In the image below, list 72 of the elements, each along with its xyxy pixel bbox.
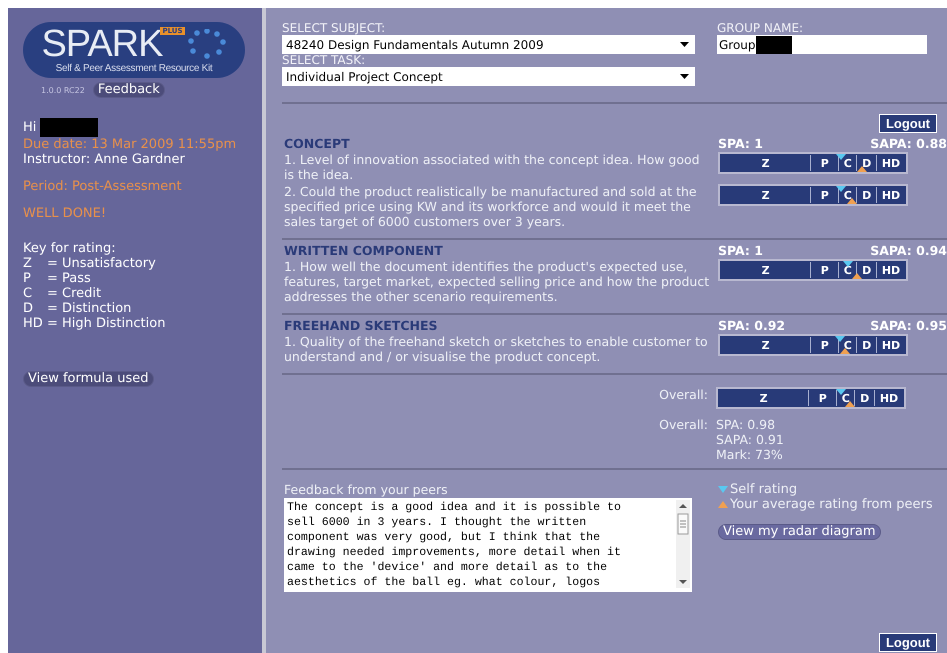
group-name-field[interactable]: Group (717, 35, 927, 54)
scrollbar-icon[interactable] (676, 500, 690, 588)
rating-meaning: = Credit (47, 286, 102, 301)
peer-rating-marker-icon (718, 501, 728, 508)
period-text: Period: Post-Assessment (23, 179, 183, 194)
due-date: Due date: 13 Mar 2009 11:55pm (23, 137, 238, 152)
instructor-name: Instructor: Anne Gardner (23, 152, 186, 167)
feedback-button[interactable]: Feedback (92, 82, 165, 98)
rating-grade-label: Z (719, 390, 810, 406)
logout-button[interactable]: Logout (878, 114, 937, 133)
rating-code: HD (23, 316, 44, 331)
subject-label: SELECT SUBJECT: (282, 22, 386, 35)
criterion-question: 2. Could the product realistically be manufactured and sold at the specified price using KW and its workforce and would it meet the sales target of 6000 customers over 3 years. (284, 184, 697, 229)
rating-grade-label: HD (880, 156, 902, 171)
rating-meaning: = Distinction (47, 301, 132, 316)
rating-meaning: = Pass (47, 271, 91, 286)
status-message: WELL DONE! (23, 206, 108, 221)
subject-dropdown[interactable]: 48240 Design Fundamentals Autumn 2009 (282, 35, 695, 54)
rating-grade-label: Z (721, 155, 812, 171)
rating-grade-label: Z (721, 187, 812, 203)
view-radar-diagram-button[interactable]: View my radar diagram (718, 524, 881, 540)
sapa-score: SAPA: 0.88 (870, 135, 947, 152)
overall-score: Mark: 73% (716, 447, 783, 462)
task-dropdown[interactable]: Individual Project Concept (282, 67, 695, 86)
criterion-question: 1. Level of innovation associated with the concept idea. How good is the idea. (284, 152, 700, 182)
criterion-title: FREEHAND SKETCHES (284, 318, 438, 333)
spa-score: SPA: 0.92 (718, 317, 786, 334)
spa-score: SPA: 1 (718, 242, 763, 259)
rating-code: C (23, 286, 34, 301)
overall-label: Overall: (659, 387, 708, 402)
overall-score: SAPA: 0.91 (716, 432, 784, 447)
group-name-label: GROUP NAME: (717, 22, 804, 35)
dots-ring-icon (186, 29, 227, 59)
sapa-score: SAPA: 0.95 (870, 317, 947, 334)
rating-grade-label: Z (721, 337, 812, 353)
rating-grade-label: D (857, 337, 877, 353)
rating-grade-label: D (857, 187, 877, 203)
task-label: SELECT TASK: (282, 54, 366, 67)
peer-feedback-label: Feedback from your peers (284, 482, 449, 497)
logout-button[interactable]: Logout (878, 633, 937, 652)
criterion-title: WRITTEN COMPONENT (284, 243, 443, 258)
dropdown-caret-icon[interactable] (680, 42, 689, 47)
rating-grade-label: HD (880, 338, 902, 353)
rating-grade-label: HD (878, 390, 900, 406)
criterion-question: 1. How well the document identifies the product's expected use, features, target market, expected selling price and how the product addresses the other scenario requirements. (284, 259, 710, 304)
logo-subtitle: Self & Peer Assessment Resource Kit (56, 63, 212, 75)
overall-summary-label: Overall: (659, 417, 708, 432)
key-title: Key for rating: (23, 241, 117, 256)
rating-code: P (23, 271, 32, 286)
rating-meaning: = High Distinction (47, 316, 166, 331)
legend-label: Self rating (730, 482, 798, 497)
rating-grade-label: Z (721, 262, 812, 278)
rating-grade-label: HD (880, 262, 902, 278)
sapa-score: SAPA: 0.94 (870, 242, 947, 259)
spa-score: SPA: 1 (718, 135, 763, 152)
rating-code: D (23, 301, 34, 316)
self-rating-marker-icon (718, 486, 728, 493)
rating-grade-label: HD (880, 188, 902, 203)
rating-grade-label: P (811, 262, 840, 278)
version-label: 1.0.0 RC22 (41, 84, 85, 96)
criterion-title: CONCEPT (284, 136, 350, 151)
greeting-text: Hi (23, 120, 36, 135)
legend-label: Your average rating from peers (730, 497, 933, 512)
rating-code: Z (23, 256, 33, 271)
rating-meaning: = Unsatisfactory (47, 256, 156, 271)
peer-feedback-text-area[interactable]: The concept is a good idea and it is possible to sell 6000 in 3 years. I thought the written component was very good, but I think that the drawing needed improvements, more detail when it came to the 'device' and more detail as to the aesthetics of the ball eg. what colour, logos (284, 498, 692, 592)
criterion-question: 1. Quality of the freehand sketch or sketches to enable customer to understand and / or visualise the product concept. (284, 334, 708, 364)
overall-score: SPA: 0.98 (716, 417, 776, 432)
rating-grade-label: D (855, 390, 875, 406)
view-formula-button[interactable]: View formula used (23, 371, 154, 387)
dropdown-caret-icon[interactable] (680, 74, 689, 79)
logo-title: SPARK (41, 25, 162, 63)
